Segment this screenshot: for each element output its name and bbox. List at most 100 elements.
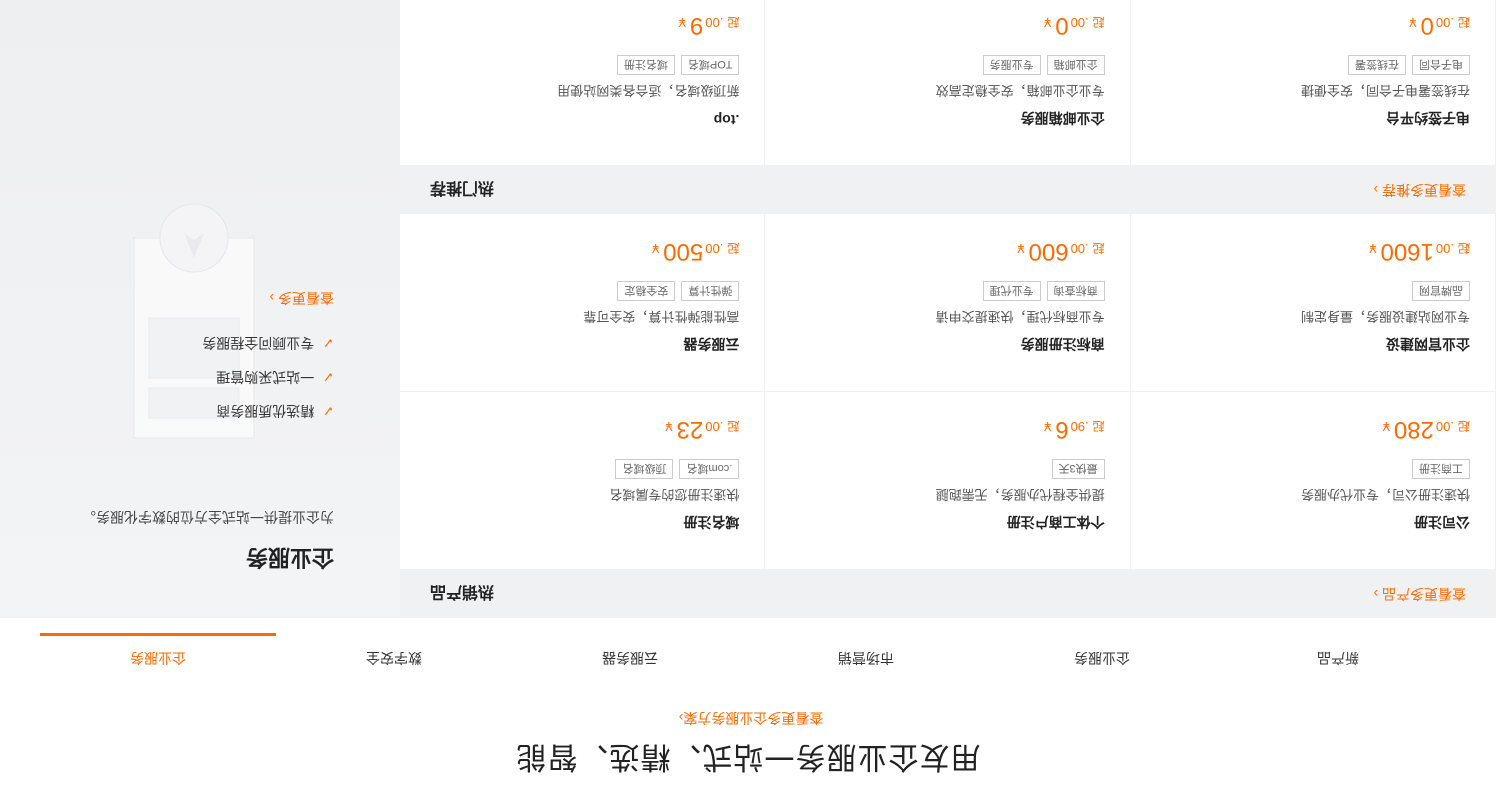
price-decimal: .90 <box>1070 419 1089 434</box>
product-tags: 电子合同 在线签署 <box>1348 55 1470 75</box>
tab-2[interactable]: 企业服务 <box>984 636 1220 680</box>
product-tags: .com域名 顶级域名 <box>615 459 740 479</box>
check-icon: ✓ <box>322 335 334 352</box>
product-card[interactable]: 公司注册 快速注册公司，专业代办服务 工商注册 起 .00 280 ¥ <box>1130 392 1496 570</box>
price-integer: 0 <box>1055 12 1069 39</box>
product-tags: 企业邮箱 专业服务 <box>982 55 1105 75</box>
price-integer: 9 <box>689 12 704 39</box>
tag: 域名注册 <box>616 55 675 75</box>
section-more-link[interactable]: 查看更多推荐 › <box>1367 180 1466 200</box>
product-name: 电子签约平台 <box>1386 110 1470 126</box>
product-desc: 提供全程代办服务，无需跑腿 <box>935 487 1105 502</box>
hero-more-link[interactable]: 查看更多企业服务方案› <box>0 708 1496 728</box>
product-card[interactable]: 企业官网建设 专业网站建设服务，量身定制 品牌官网 起 .00 1600 ¥ <box>1130 214 1496 392</box>
price-from: 起 <box>1092 241 1105 255</box>
product-desc: 专业网站建设服务，量身定制 <box>1300 309 1470 324</box>
price-decimal: .00 <box>1435 241 1454 256</box>
tab-3[interactable]: 市场营销 <box>748 636 984 680</box>
tag: 弹性计算 <box>681 281 740 301</box>
hero-link-label: 查看更多企业服务方案 <box>683 710 824 726</box>
price-from: 起 <box>727 15 740 29</box>
price-from: 起 <box>1092 419 1105 433</box>
tag: 电子合同 <box>1412 55 1470 75</box>
section-more-link[interactable]: 查看更多产品 › <box>1367 584 1466 604</box>
chevron-right-icon: › <box>1373 182 1379 198</box>
price-currency: ¥ <box>1382 419 1390 434</box>
section-header: 查看更多推荐 › 热门推荐 <box>400 166 1496 214</box>
product-name: 域名注册 <box>683 514 740 530</box>
product-desc: 在线签署电子合同，安全便捷 <box>1300 83 1470 98</box>
product-card[interactable]: 电子签约平台 在线签署电子合同，安全便捷 电子合同 在线签署 起 .00 0 ¥ <box>1130 0 1496 166</box>
tag: TOP域名 <box>680 55 740 75</box>
price-integer: 6 <box>1055 416 1069 443</box>
price-decimal: .00 <box>705 15 724 30</box>
price-from: 起 <box>1457 419 1470 433</box>
product-card[interactable]: 企业邮箱服务 专业企业邮箱，安全稳定高效 企业邮箱 专业服务 起 .00 0 ¥ <box>765 0 1131 166</box>
price-decimal: .00 <box>1070 241 1089 256</box>
price-currency: ¥ <box>1043 419 1052 434</box>
side-more-link[interactable]: 查看更多 › <box>269 288 334 308</box>
product-price: 起 .00 9 ¥ <box>679 11 740 39</box>
price-currency: ¥ <box>1017 241 1025 256</box>
product-price: 起 .00 600 ¥ <box>1017 237 1104 265</box>
product-name: 公司注册 <box>1414 514 1470 530</box>
chevron-right-icon: › <box>269 290 275 306</box>
product-price: 起 .00 0 ¥ <box>1044 11 1105 39</box>
price-decimal: .00 <box>1070 15 1089 30</box>
page-root: 用友企业服务一站式、精选、智能 查看更多企业服务方案› 新产品 企业服务 市场营… <box>0 0 1496 798</box>
product-tags: 品牌官网 <box>1412 281 1470 301</box>
price-integer: 23 <box>676 416 704 443</box>
price-from: 起 <box>1457 241 1470 255</box>
tag: .com域名 <box>679 459 740 479</box>
product-card[interactable]: 商标注册服务 专业商标代理，快速提交申请 商标查询 专业代理 起 .00 600 ¥ <box>765 214 1131 392</box>
product-tags: 商标查询 专业代理 <box>982 281 1105 301</box>
product-tags: 弹性计算 安全稳定 <box>617 281 740 301</box>
product-card[interactable]: 域名注册 快速注册您的专属域名 .com域名 顶级域名 起 .00 23 ¥ <box>400 392 766 570</box>
product-name: 企业邮箱服务 <box>1020 110 1105 126</box>
price-currency: ¥ <box>665 419 673 434</box>
section-more-label: 查看更多产品 <box>1382 586 1466 602</box>
price-decimal: .00 <box>705 419 724 434</box>
hero-title: 用友企业服务一站式、精选、智能 <box>515 740 981 773</box>
product-name: .top <box>713 112 740 128</box>
price-from: 起 <box>1457 15 1470 29</box>
price-integer: 0 <box>1420 12 1434 39</box>
feature-label: 专业顾问全程服务 <box>202 335 315 351</box>
tab-5[interactable]: 数字安全 <box>276 636 512 680</box>
feature-label: 精选优质服务商 <box>216 403 315 419</box>
check-icon: ✓ <box>322 403 334 420</box>
tab-1[interactable]: 新产品 <box>1220 636 1456 680</box>
price-integer: 280 <box>1393 416 1434 443</box>
product-tags: 工商注册 <box>1412 459 1470 479</box>
chevron-right-icon: › <box>1373 586 1379 602</box>
price-decimal: .00 <box>705 241 724 256</box>
price-from: 起 <box>1092 15 1105 29</box>
feature-label: 一站式采购管理 <box>216 369 315 385</box>
price-from: 起 <box>727 419 740 433</box>
chevron-right-icon: › <box>678 710 684 726</box>
tag: 安全稳定 <box>617 281 676 301</box>
section-header: 查看更多产品 › 热销产品 <box>400 570 1496 618</box>
check-icon: ✓ <box>322 369 334 386</box>
product-name: 个体工商户注册 <box>1006 514 1105 530</box>
tab-4[interactable]: 云服务器 <box>512 636 748 680</box>
product-card[interactable]: .top 新顶级域名，适合各类网站使用 TOP域名 域名注册 起 .00 9 ¥ <box>400 0 766 166</box>
price-integer: 600 <box>1028 238 1069 265</box>
product-card[interactable]: 云服务器 高性能弹性计算，安全可靠 弹性计算 安全稳定 起 .00 500 ¥ <box>400 214 766 392</box>
section-title: 热销产品 <box>430 583 495 600</box>
tag: 顶级域名 <box>615 459 674 479</box>
section-title: 热门推荐 <box>430 179 495 196</box>
side-feature-list: ✓ 精选优质服务商 ✓ 一站式采购管理 ✓ 专业顾问全程服务 <box>202 326 334 428</box>
product-name: 云服务器 <box>683 336 740 352</box>
product-desc: 专业企业邮箱，安全稳定高效 <box>935 83 1105 98</box>
tab-bar: 新产品 企业服务 市场营销 云服务器 数字安全 企业服务 <box>40 636 1456 680</box>
list-item: ✓ 精选优质服务商 <box>202 394 334 428</box>
product-tags: TOP域名 域名注册 <box>616 55 740 75</box>
price-currency: ¥ <box>651 241 660 256</box>
product-card[interactable]: 个体工商户注册 提供全程代办服务，无需跑腿 最快3天 起 .90 6 ¥ <box>765 392 1131 570</box>
tab-enterprise-services[interactable]: 企业服务 <box>40 636 276 680</box>
product-desc: 高性能弹性计算，安全可靠 <box>583 309 740 324</box>
price-currency: ¥ <box>1369 241 1377 256</box>
product-price: 起 .00 500 ¥ <box>652 237 739 265</box>
product-price: 起 .00 23 ¥ <box>665 415 739 443</box>
